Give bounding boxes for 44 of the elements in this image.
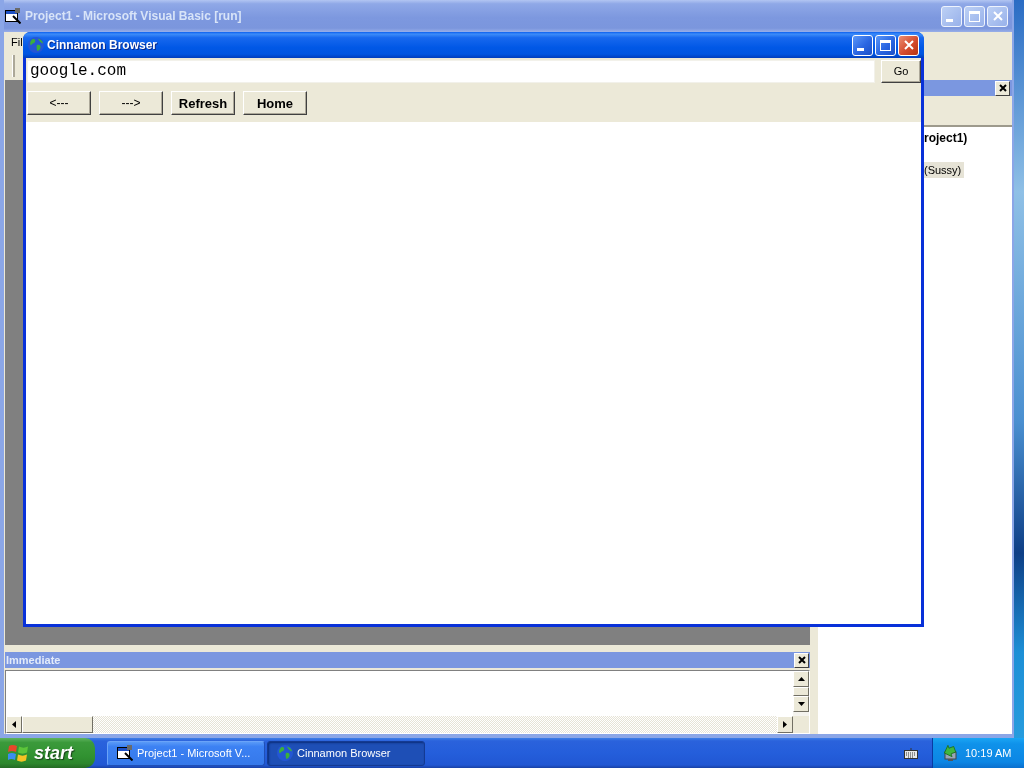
nav-button[interactable]: <--- [27,91,91,115]
right-arrow-icon [783,721,787,728]
globe-icon [28,37,44,53]
scrollbar-thumb[interactable] [22,716,93,733]
go-button[interactable]: Go [881,59,921,83]
close-icon [992,11,1003,21]
scroll-down-button[interactable] [793,696,809,712]
keyboard-icon[interactable] [904,747,918,759]
close-icon [998,84,1007,92]
minimize-icon [946,18,953,22]
taskbar-button[interactable]: Cinnamon Browser [267,740,425,766]
grip-icon [12,55,15,77]
monitor-arrow-icon[interactable] [943,745,959,761]
scrollbar-corner [793,716,809,733]
menu-item[interactable]: Fil [10,36,24,48]
up-arrow-icon [797,677,805,681]
scroll-up-button[interactable] [793,671,809,687]
immediate-text-area[interactable] [5,670,810,734]
form-window-icon [5,8,21,24]
tree-item[interactable]: roject1) [921,130,971,146]
start-button[interactable]: start [0,738,95,768]
panel-title: Immediate [6,654,61,666]
scroll-left-button[interactable] [6,716,22,733]
maximize-icon [880,39,891,51]
nav-button[interactable]: ---> [99,91,163,115]
scrollbar-thumb[interactable] [793,687,809,696]
close-icon [797,656,806,664]
minimize-icon [857,47,864,51]
scroll-right-button[interactable] [777,716,793,733]
down-arrow-icon [797,702,805,706]
taskbar-button[interactable]: Project1 - Microsoft V... [107,740,265,766]
left-arrow-icon [12,721,16,728]
form-window-icon [117,745,133,761]
nav-button[interactable]: Home [243,91,307,115]
tree-item[interactable]: (Sussy) [921,162,965,178]
globe-icon [277,745,293,761]
window-title: Project1 - Microsoft Visual Basic [run] [25,9,242,23]
close-icon [903,40,914,50]
nav-button[interactable]: Refresh [171,91,235,115]
window-title: Cinnamon Browser [47,38,157,52]
flag-icon [8,744,28,762]
maximize-icon [969,10,980,22]
clock-text: 10:19 AM [965,747,1012,759]
address-field[interactable]: google.com [27,59,875,83]
